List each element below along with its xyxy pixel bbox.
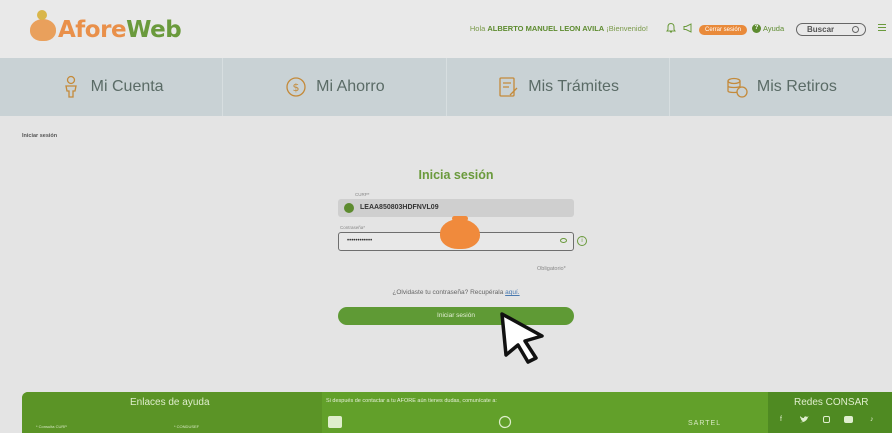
login-title: Inicia sesión	[418, 168, 494, 182]
tiktok-icon[interactable]: ♪	[870, 416, 874, 423]
link-consulta-curp[interactable]: * Consulta CURP	[36, 424, 67, 429]
recover-password-link[interactable]: aquí.	[505, 289, 519, 296]
help-links-title: Enlaces de ayuda	[130, 397, 210, 408]
social-panel: Redes CONSAR f ♪	[768, 392, 892, 433]
curp-field[interactable]: LEAA850803HDFNVL09	[338, 199, 574, 217]
nav-item-mis-tramites[interactable]: Mis Trámites	[447, 58, 670, 116]
megaphone-icon[interactable]	[682, 22, 694, 34]
bell-icon[interactable]	[665, 22, 677, 34]
facebook-icon[interactable]: f	[780, 416, 782, 423]
password-value: ••••••••••••	[347, 238, 373, 244]
instagram-icon[interactable]	[823, 416, 830, 423]
sartel-logo[interactable]: SARTEL	[688, 420, 721, 427]
contact-note: Si después de contactar a tu AFORE aún t…	[326, 398, 497, 404]
youtube-icon[interactable]	[844, 416, 853, 423]
hamburger-menu-icon[interactable]	[878, 24, 886, 33]
header: AforeWeb Hola ALBERTO MANUEL LEON AVILA …	[0, 0, 892, 58]
piggy-bank-logo-icon	[30, 10, 56, 41]
search-icon	[852, 26, 859, 33]
forgot-password-text: ¿Olvidaste tu contraseña? Recupérala aqu…	[392, 289, 520, 296]
nav-item-mi-ahorro[interactable]: $ Mi Ahorro	[223, 58, 447, 116]
user-name: ALBERTO MANUEL LEON AVILA	[487, 24, 605, 33]
search-box[interactable]: Buscar	[796, 23, 866, 36]
logo-text: AforeWeb	[58, 17, 182, 43]
document-icon	[499, 77, 518, 97]
twitter-icon[interactable]	[800, 416, 809, 424]
nav-item-mi-cuenta[interactable]: Mi Cuenta	[0, 58, 224, 116]
person-icon	[64, 75, 77, 98]
nav-label: Mis Retiros	[756, 78, 837, 95]
phone-contact-icon[interactable]	[328, 416, 342, 428]
greeting: Hola ALBERTO MANUEL LEON AVILA ¡Bienveni…	[469, 24, 648, 33]
nav-label: Mi Ahorro	[316, 78, 385, 95]
piggy-bank-overlay	[440, 216, 480, 249]
logout-button[interactable]: Cerrar sesión	[699, 25, 748, 35]
password-label: Contraseña*	[340, 225, 366, 230]
curp-value: LEAA850803HDFNVL09	[360, 204, 439, 211]
help-links-panel: Enlaces de ayuda * Consulta CURP * CONDU…	[22, 392, 322, 433]
help-icon: ?	[752, 24, 761, 33]
chat-icon[interactable]	[498, 415, 512, 429]
link-condusef[interactable]: * CONDUSEF	[174, 424, 199, 429]
search-label: Buscar	[807, 25, 835, 34]
mouse-cursor-icon	[500, 312, 544, 364]
curp-label: CURP*	[355, 192, 370, 197]
info-icon[interactable]: i	[577, 236, 587, 246]
help-label: Ayuda	[763, 24, 785, 33]
user-icon	[344, 203, 354, 213]
eye-icon[interactable]	[560, 238, 567, 243]
social-title: Redes CONSAR	[794, 397, 869, 408]
footer: Enlaces de ayuda * Consulta CURP * CONDU…	[22, 392, 892, 433]
aforeweb-logo[interactable]: AforeWeb	[30, 10, 182, 50]
money-icon: $	[286, 77, 306, 97]
nav-label: Mi Cuenta	[90, 78, 164, 95]
help-link[interactable]: ? Ayuda	[752, 24, 784, 33]
breadcrumb[interactable]: Iniciar sesión	[22, 133, 57, 139]
required-note: Obligatorio*	[537, 266, 566, 272]
nav-label: Mis Trámites	[528, 78, 619, 95]
nav-item-mis-retiros[interactable]: Mis Retiros	[670, 58, 892, 116]
coins-icon	[727, 77, 748, 98]
main-nav: Mi Cuenta $ Mi Ahorro Mis Trámites Mis R…	[0, 58, 892, 116]
svg-text:$: $	[293, 81, 300, 94]
